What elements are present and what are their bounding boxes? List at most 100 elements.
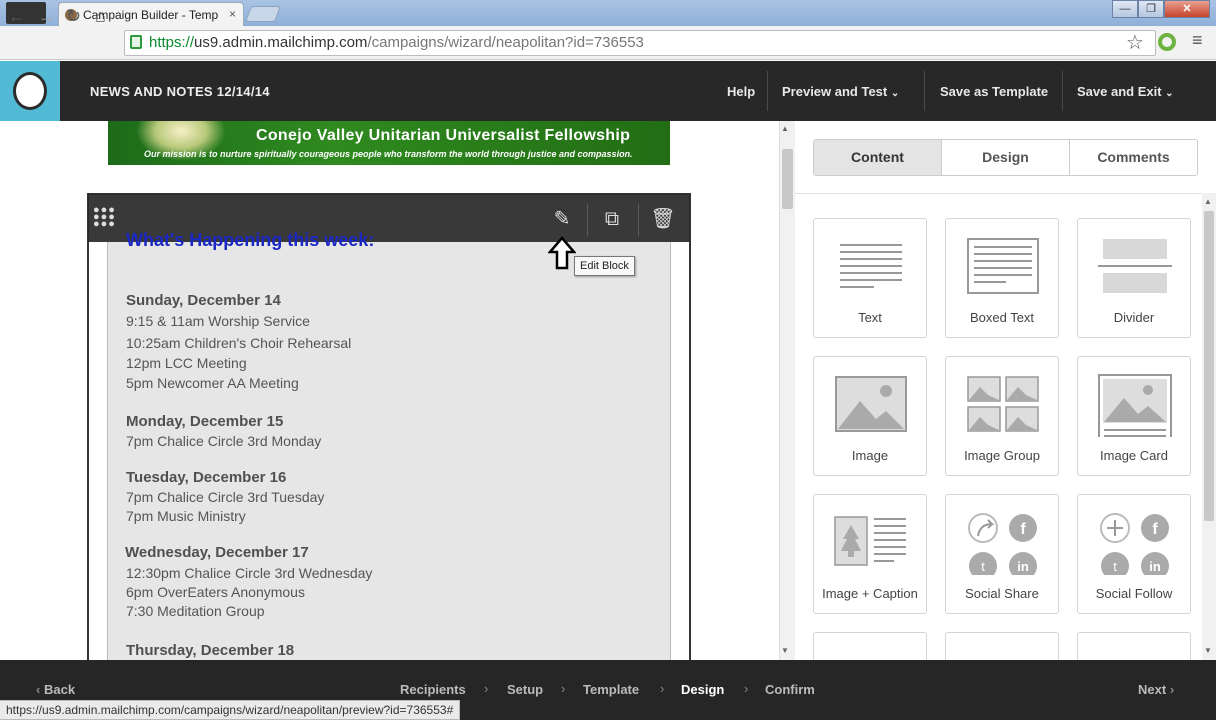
secure-lock-icon[interactable] bbox=[130, 35, 142, 49]
step-template[interactable]: Template bbox=[583, 682, 639, 697]
tab-design[interactable]: Design bbox=[942, 140, 1070, 175]
save-and-exit-button[interactable]: Save and Exit ⌄ bbox=[1077, 84, 1174, 99]
tab-content[interactable]: Content bbox=[814, 140, 942, 175]
block-heading: What's Happening this week: bbox=[126, 230, 375, 250]
next-button[interactable]: Next › bbox=[1138, 682, 1174, 697]
step-design[interactable]: Design bbox=[681, 682, 724, 697]
event-item: 10:25am Children's Choir Rehearsal bbox=[126, 335, 352, 351]
day-heading: Thursday, December 18 bbox=[126, 642, 295, 659]
tab-comments[interactable]: Comments bbox=[1070, 140, 1197, 175]
day-heading: Tuesday, December 16 bbox=[126, 469, 287, 486]
panel-tabs: Content Design Comments bbox=[813, 139, 1198, 176]
event-item: 7pm Chalice Circle 3rd Tuesday bbox=[126, 489, 325, 505]
menu-icon[interactable]: ≡ bbox=[1192, 30, 1203, 51]
block-image-group[interactable]: Image Group bbox=[945, 356, 1059, 476]
chevron-left-icon: ‹ bbox=[36, 682, 41, 697]
preview-and-test-button[interactable]: Preview and Test ⌄ bbox=[782, 84, 899, 99]
block-text[interactable]: Text bbox=[813, 218, 927, 338]
block-label: Boxed Text bbox=[969, 310, 1035, 325]
block-divider[interactable]: Divider bbox=[1077, 218, 1191, 338]
header-image[interactable]: Conejo Valley Unitarian Universalist Fel… bbox=[108, 121, 670, 165]
mailchimp-logo-icon[interactable] bbox=[0, 61, 60, 121]
panel-scrollbar[interactable] bbox=[1202, 193, 1216, 660]
tab-close-icon[interactable]: × bbox=[229, 7, 236, 21]
svg-text:in: in bbox=[1149, 559, 1161, 574]
help-button[interactable]: Help bbox=[727, 84, 755, 99]
maximize-button[interactable]: ❐ bbox=[1138, 0, 1164, 18]
header-divider bbox=[924, 71, 925, 111]
chevron-right-icon: › bbox=[1169, 682, 1175, 697]
chevron-down-icon: ⌄ bbox=[890, 88, 900, 99]
svg-text:f: f bbox=[1152, 521, 1158, 538]
bookmark-star-icon[interactable]: ☆ bbox=[1126, 30, 1144, 55]
browser-tab[interactable]: Campaign Builder - Temp × bbox=[58, 2, 244, 26]
back-button[interactable]: ‹ Back bbox=[36, 682, 75, 697]
scroll-up-icon[interactable]: ▲ bbox=[781, 124, 789, 133]
chevron-right-icon: › bbox=[660, 681, 665, 696]
home-icon[interactable]: ⌂ bbox=[95, 6, 106, 27]
day-heading: Monday, December 15 bbox=[126, 413, 284, 430]
canvas-scrollbar[interactable] bbox=[779, 121, 795, 660]
drag-handle-icon[interactable]: ●●● ●●● ●●● bbox=[93, 205, 115, 230]
campaign-name[interactable]: NEWS AND NOTES 12/14/14 bbox=[90, 84, 270, 99]
svg-text:t: t bbox=[981, 559, 985, 574]
new-tab-button[interactable] bbox=[245, 6, 281, 22]
block-image-card[interactable]: Image Card bbox=[1077, 356, 1191, 476]
image-block-icon bbox=[835, 376, 907, 432]
chevron-right-icon: › bbox=[561, 681, 566, 696]
block-image[interactable]: Image bbox=[813, 356, 927, 476]
event-item: 6pm OverEaters Anonymous bbox=[126, 584, 305, 600]
block-label: Image bbox=[851, 448, 889, 463]
forward-arrow-icon[interactable]: → bbox=[38, 6, 56, 27]
edit-pencil-icon[interactable]: ✎ bbox=[548, 205, 576, 233]
url-scheme: https:// bbox=[149, 34, 195, 51]
step-confirm[interactable]: Confirm bbox=[765, 682, 815, 697]
block-label: Social Follow bbox=[1095, 586, 1173, 601]
duplicate-icon[interactable]: ⧉ bbox=[598, 205, 626, 233]
block-label: Divider bbox=[1113, 310, 1155, 325]
toolbar-divider bbox=[587, 204, 588, 236]
back-arrow-icon[interactable]: ← bbox=[8, 6, 26, 27]
scrollbar-thumb[interactable] bbox=[782, 149, 793, 209]
save-as-template-button[interactable]: Save as Template bbox=[940, 84, 1048, 99]
minimize-button[interactable]: — bbox=[1112, 0, 1138, 18]
next-label: Next bbox=[1138, 682, 1167, 697]
address-bar[interactable]: https://us9.admin.mailchimp.com/campaign… bbox=[124, 30, 1156, 56]
block-label: Text bbox=[858, 310, 882, 325]
back-label: Back bbox=[43, 682, 76, 697]
reload-icon[interactable]: ↻ bbox=[66, 6, 81, 27]
image-group-icon bbox=[967, 376, 1039, 432]
event-item: 9:15 & 11am Worship Service bbox=[126, 313, 310, 329]
block-label: Image Card bbox=[1100, 448, 1168, 463]
block-label: Image Group bbox=[964, 448, 1040, 463]
scroll-down-icon[interactable]: ▼ bbox=[1204, 646, 1212, 655]
extension-icon[interactable] bbox=[1158, 33, 1176, 51]
block-image-caption[interactable]: Image + Caption bbox=[813, 494, 927, 614]
delete-trash-icon[interactable]: 🗑 bbox=[649, 205, 677, 233]
preview-label: Preview and Test bbox=[782, 84, 888, 99]
divider-icon bbox=[1098, 239, 1172, 293]
image-card-icon bbox=[1098, 374, 1172, 437]
block-social-follow[interactable]: f t in Social Follow bbox=[1077, 494, 1191, 614]
svg-text:f: f bbox=[1020, 521, 1026, 538]
step-setup[interactable]: Setup bbox=[507, 682, 543, 697]
chevron-right-icon: › bbox=[484, 681, 489, 696]
header-divider bbox=[1062, 71, 1063, 111]
chevron-right-icon: › bbox=[744, 681, 749, 696]
day-heading: Sunday, December 14 bbox=[126, 292, 281, 309]
scrollbar-thumb[interactable] bbox=[1204, 211, 1214, 521]
svg-text:in: in bbox=[1017, 559, 1029, 574]
block-social-share[interactable]: f t in Social Share bbox=[945, 494, 1059, 614]
block-boxed-text[interactable]: Boxed Text bbox=[945, 218, 1059, 338]
header-divider bbox=[767, 71, 768, 111]
event-item: 12pm LCC Meeting bbox=[126, 355, 247, 371]
scroll-down-icon[interactable]: ▼ bbox=[781, 646, 789, 655]
social-follow-icon: f t in bbox=[1100, 513, 1169, 575]
day-heading: Wednesday, December 17 bbox=[125, 544, 309, 561]
close-window-button[interactable]: ✕ bbox=[1164, 0, 1210, 18]
banner-title: Conejo Valley Unitarian Universalist Fel… bbox=[256, 127, 631, 144]
event-item: 5pm Newcomer AA Meeting bbox=[126, 375, 299, 391]
step-recipients[interactable]: Recipients bbox=[400, 682, 466, 697]
event-item: 7pm Chalice Circle 3rd Monday bbox=[126, 433, 322, 449]
scroll-up-icon[interactable]: ▲ bbox=[1204, 197, 1212, 206]
